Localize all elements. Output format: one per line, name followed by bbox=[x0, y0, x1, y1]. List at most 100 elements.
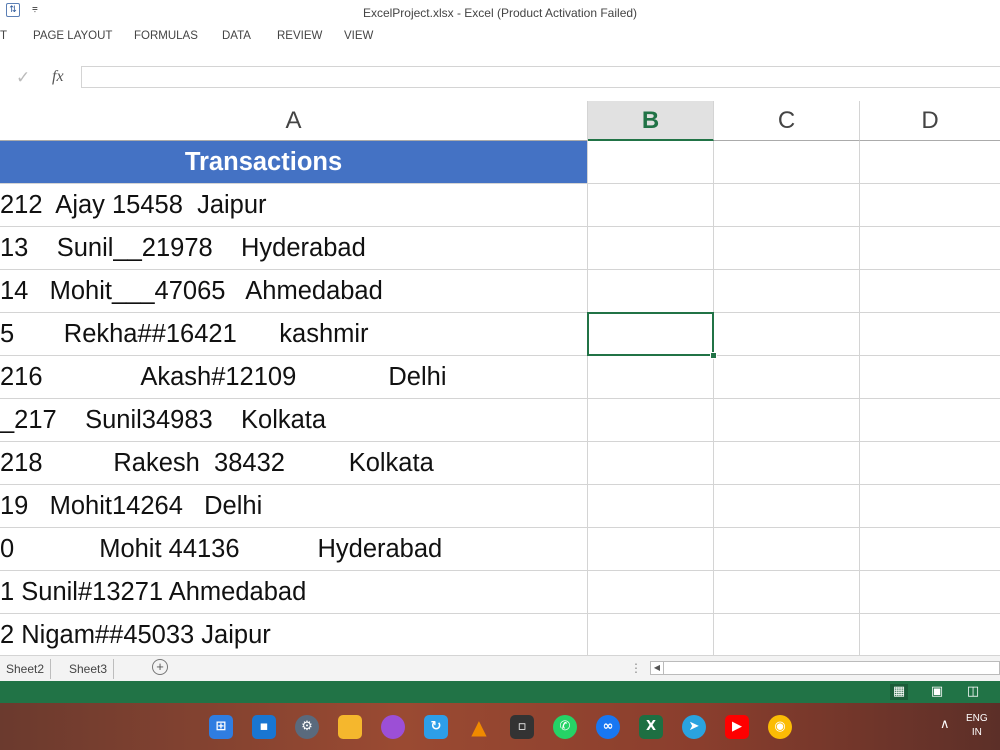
table-row: _217 Sunil34983 Kolkata bbox=[0, 399, 1000, 442]
app-icon-2[interactable]: ∞ bbox=[596, 715, 620, 739]
cell-d[interactable] bbox=[860, 141, 1000, 184]
sync-icon[interactable]: ↻ bbox=[424, 715, 448, 739]
table-row: 2 Nigam##45033 Jaipur bbox=[0, 614, 1000, 655]
windows-start-icon[interactable]: ⊞ bbox=[209, 715, 233, 739]
app-icon[interactable] bbox=[381, 715, 405, 739]
cell-a[interactable]: 13 Sunil__21978 Hyderabad bbox=[0, 227, 588, 270]
sheet-tabs-bar: Sheet2 Sheet3 + ⋮ ◀ bbox=[0, 655, 1000, 682]
youtube-icon[interactable]: ▶ bbox=[725, 715, 749, 739]
cell-a1-header[interactable]: Transactions bbox=[0, 141, 588, 184]
cell-c[interactable] bbox=[714, 442, 860, 485]
insert-function-button[interactable]: fx bbox=[52, 68, 64, 86]
show-hidden-icons-icon[interactable]: ∧ bbox=[940, 717, 950, 732]
cell-c[interactable] bbox=[714, 485, 860, 528]
chrome-icon[interactable]: ◉ bbox=[768, 715, 792, 739]
scrollbar-splitter-icon[interactable]: ⋮ bbox=[630, 661, 642, 675]
input-language-indicator[interactable]: ENG IN bbox=[966, 712, 988, 740]
cell-b[interactable] bbox=[588, 399, 714, 442]
add-sheet-button[interactable]: + bbox=[152, 659, 168, 675]
cell-b[interactable] bbox=[588, 442, 714, 485]
cell-a[interactable]: 212 Ajay 15458 Jaipur bbox=[0, 184, 588, 227]
cell-a[interactable]: 0 Mohit 44136 Hyderabad bbox=[0, 528, 588, 571]
taskbar: ⊞ ▪ ⚙ ↻ ▲ ▫ ✆ ∞ X ➤ ▶ ◉ ∧ ENG IN bbox=[0, 703, 1000, 750]
cell-d[interactable] bbox=[860, 227, 1000, 270]
column-header-c[interactable]: C bbox=[714, 101, 860, 141]
worksheet-grid: Transactions 212 Ajay 15458 Jaipur 13 Su… bbox=[0, 141, 1000, 655]
cell-d[interactable] bbox=[860, 356, 1000, 399]
cell-c[interactable] bbox=[714, 313, 860, 356]
tab-data[interactable]: DATA bbox=[222, 30, 251, 42]
cell-c[interactable] bbox=[714, 614, 860, 655]
cell-d[interactable] bbox=[860, 528, 1000, 571]
column-header-d[interactable]: D bbox=[860, 101, 1000, 141]
page-layout-view-icon[interactable]: ▣ bbox=[928, 684, 946, 700]
column-header-a[interactable]: A bbox=[0, 101, 588, 141]
cell-a[interactable]: 1 Sunil#13271 Ahmedabad bbox=[0, 571, 588, 614]
formula-input[interactable] bbox=[81, 66, 1000, 88]
cell-d[interactable] bbox=[860, 184, 1000, 227]
file-explorer-icon[interactable] bbox=[338, 715, 362, 739]
cell-a[interactable]: 14 Mohit___47065 Ahmedabad bbox=[0, 270, 588, 313]
horizontal-scrollbar[interactable]: ◀ bbox=[650, 661, 1000, 675]
formula-bar: ✓ fx bbox=[0, 64, 1000, 92]
table-row: 5 Rekha##16421 kashmir bbox=[0, 313, 1000, 356]
tab-review[interactable]: REVIEW bbox=[277, 30, 322, 42]
language-label: ENG bbox=[966, 713, 988, 724]
cell-c[interactable] bbox=[714, 270, 860, 313]
tab-page-layout[interactable]: PAGE LAYOUT bbox=[33, 30, 112, 42]
ribbon-tabs: T PAGE LAYOUT FORMULAS DATA REVIEW VIEW bbox=[0, 24, 1000, 56]
table-row: Transactions bbox=[0, 141, 1000, 184]
vlc-icon[interactable]: ▲ bbox=[467, 715, 491, 739]
window-title: ExcelProject.xlsx - Excel (Product Activ… bbox=[362, 6, 638, 20]
fill-handle[interactable] bbox=[710, 352, 717, 359]
cell-b[interactable] bbox=[588, 227, 714, 270]
active-cell-b5[interactable] bbox=[587, 312, 714, 356]
cell-b[interactable] bbox=[588, 571, 714, 614]
cell-c[interactable] bbox=[714, 184, 860, 227]
scroll-left-icon[interactable]: ◀ bbox=[651, 662, 664, 674]
cell-d[interactable] bbox=[860, 313, 1000, 356]
column-header-b[interactable]: B bbox=[588, 101, 714, 141]
whatsapp-icon[interactable]: ✆ bbox=[553, 715, 577, 739]
cell-a[interactable]: 218 Rakesh 38432 Kolkata bbox=[0, 442, 588, 485]
tab-insert[interactable]: T bbox=[0, 30, 7, 42]
cell-c[interactable] bbox=[714, 356, 860, 399]
settings-icon[interactable]: ⚙ bbox=[295, 715, 319, 739]
table-row: 212 Ajay 15458 Jaipur bbox=[0, 184, 1000, 227]
cell-c[interactable] bbox=[714, 141, 860, 184]
normal-view-icon[interactable]: ▦ bbox=[890, 684, 908, 700]
enter-check-icon[interactable]: ✓ bbox=[16, 68, 30, 88]
cell-b[interactable] bbox=[588, 270, 714, 313]
cell-d[interactable] bbox=[860, 270, 1000, 313]
tab-formulas[interactable]: FORMULAS bbox=[134, 30, 198, 42]
cell-c[interactable] bbox=[714, 528, 860, 571]
cell-b[interactable] bbox=[588, 485, 714, 528]
cell-c[interactable] bbox=[714, 227, 860, 270]
cell-d[interactable] bbox=[860, 485, 1000, 528]
telegram-icon[interactable]: ➤ bbox=[682, 715, 706, 739]
cell-a[interactable]: _217 Sunil34983 Kolkata bbox=[0, 399, 588, 442]
cell-b[interactable] bbox=[588, 184, 714, 227]
cell-a[interactable]: 2 Nigam##45033 Jaipur bbox=[0, 614, 588, 655]
store-icon[interactable]: ▪ bbox=[252, 715, 276, 739]
sheet-tab-sheet2[interactable]: Sheet2 bbox=[0, 659, 52, 679]
cell-d[interactable] bbox=[860, 614, 1000, 655]
cell-c[interactable] bbox=[714, 571, 860, 614]
tab-view[interactable]: VIEW bbox=[344, 30, 373, 42]
cell-b[interactable] bbox=[588, 614, 714, 655]
cell-b[interactable] bbox=[588, 528, 714, 571]
cell-a[interactable]: 5 Rekha##16421 kashmir bbox=[0, 313, 588, 356]
cell-a[interactable]: 216 Akash#12109 Delhi bbox=[0, 356, 588, 399]
cell-b[interactable] bbox=[588, 141, 714, 184]
cell-d[interactable] bbox=[860, 399, 1000, 442]
cell-a[interactable]: 19 Mohit14264 Delhi bbox=[0, 485, 588, 528]
terminal-icon[interactable]: ▫ bbox=[510, 715, 534, 739]
sheet-tab-sheet3[interactable]: Sheet3 bbox=[63, 659, 115, 679]
cell-d[interactable] bbox=[860, 571, 1000, 614]
page-break-view-icon[interactable]: ◫ bbox=[964, 684, 982, 700]
cell-c[interactable] bbox=[714, 399, 860, 442]
cell-d[interactable] bbox=[860, 442, 1000, 485]
cell-b[interactable] bbox=[588, 356, 714, 399]
table-row: 14 Mohit___47065 Ahmedabad bbox=[0, 270, 1000, 313]
excel-icon[interactable]: X bbox=[639, 715, 663, 739]
